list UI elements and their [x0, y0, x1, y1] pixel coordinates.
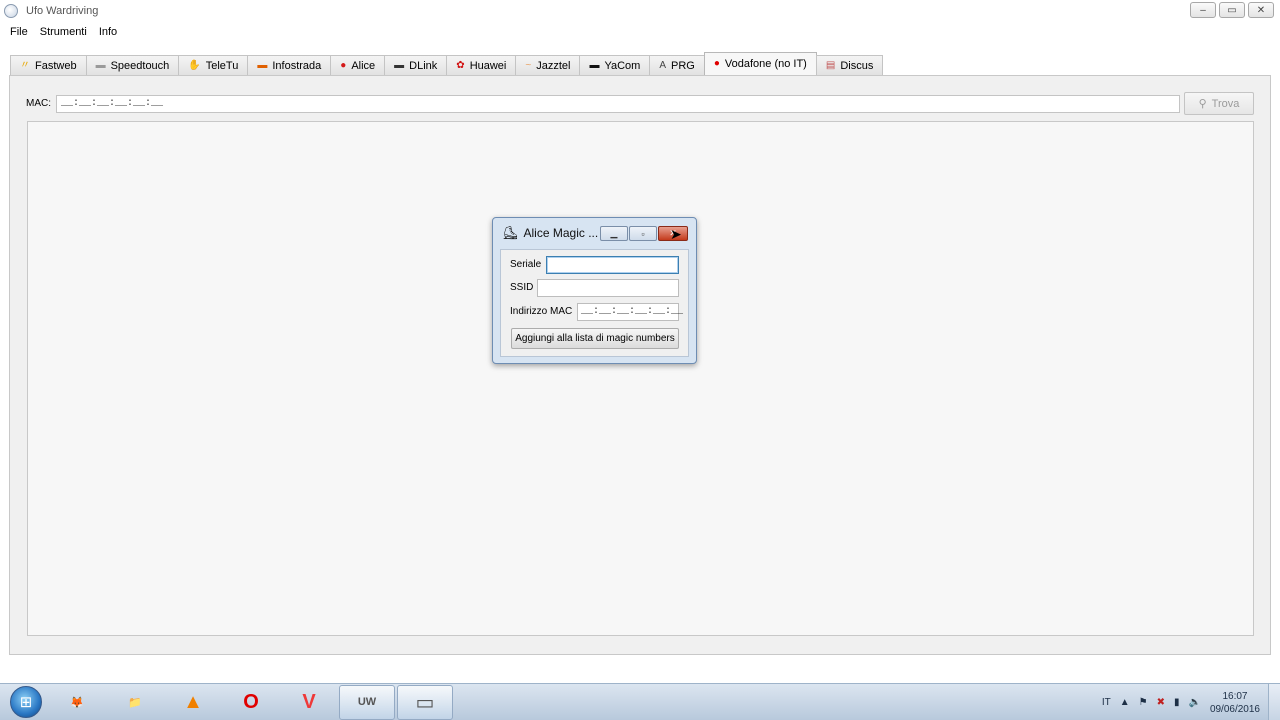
- taskbar-ufo-wardriving-button[interactable]: UW: [339, 684, 395, 720]
- trova-button[interactable]: ⚲ Trova: [1184, 92, 1254, 115]
- language-indicator[interactable]: IT: [1102, 697, 1111, 708]
- prg-icon: A: [659, 59, 667, 71]
- window-controls: – ▭ ✕: [1190, 2, 1274, 18]
- tab-label: Alice: [351, 59, 376, 72]
- seriale-input[interactable]: [546, 256, 679, 274]
- tab-label: DLink: [409, 59, 438, 72]
- speedtouch-icon: ▬: [95, 59, 106, 71]
- dialog-minimize-button[interactable]: ▁: [600, 226, 628, 241]
- wizard-hat-icon: ⛸: [502, 225, 519, 240]
- trova-label: Trova: [1211, 97, 1240, 110]
- taskbar: ⊞ 🦊 📁 ▲ O V UW ▭ IT ▲ ⚑ ✖ ▮ 🔈 16:07 09/06/2016: [0, 683, 1280, 720]
- tab-label: Vodafone (no IT): [724, 58, 807, 70]
- clock-time: 16:07: [1222, 690, 1248, 702]
- window-title: Ufo Wardriving: [26, 5, 99, 17]
- fastweb-icon: 〃: [20, 59, 30, 71]
- ssid-label: SSID: [510, 282, 534, 293]
- tab-label: Speedtouch: [110, 59, 170, 72]
- action-center-flag-icon[interactable]: ⚑: [1139, 697, 1148, 708]
- taskbar-vivaldi-button[interactable]: V: [281, 685, 337, 720]
- firefox-icon: 🦊: [70, 696, 84, 709]
- infostrada-icon: ▬: [257, 59, 268, 71]
- system-tray: IT ▲ ⚑ ✖ ▮ 🔈 16:07 09/06/2016: [1102, 684, 1280, 720]
- taskbar-opera-button[interactable]: O: [223, 685, 279, 720]
- tab-label: Infostrada: [272, 59, 322, 72]
- dialog-maximize-button[interactable]: ▫: [629, 226, 657, 241]
- dialog-body: Seriale SSID Indirizzo MAC __:__:__:__:_…: [500, 249, 689, 357]
- app-icon: [4, 4, 18, 18]
- ssid-input[interactable]: [537, 279, 679, 297]
- tab-label: Fastweb: [35, 59, 77, 72]
- tab-label: YaCom: [604, 59, 641, 72]
- taskbar-apps: 🦊 📁 ▲ O V UW ▭: [47, 684, 453, 720]
- opera-icon: O: [243, 690, 259, 713]
- tab-bar: 〃 Fastweb ▬ Speedtouch ✋ TeleTu ▬ Infostrada ● Al…: [10, 52, 884, 75]
- alice-icon: ●: [340, 59, 347, 71]
- network-alert-icon[interactable]: ✖: [1157, 697, 1165, 708]
- tab-vodafone-no-it[interactable]: ● Vodafone (no IT): [703, 52, 817, 75]
- teletu-icon: ✋: [188, 59, 201, 71]
- mac-address-label: Indirizzo MAC: [510, 306, 573, 317]
- menu-file[interactable]: File: [4, 26, 34, 38]
- menu-info[interactable]: Info: [93, 26, 123, 38]
- tab-label: PRG: [671, 59, 695, 72]
- tab-alice[interactable]: ● Alice: [330, 55, 386, 75]
- mac-label: MAC:: [26, 98, 51, 109]
- tab-speedtouch[interactable]: ▬ Speedtouch: [85, 55, 180, 75]
- huawei-icon: ✿: [456, 59, 465, 71]
- menu-strumenti[interactable]: Strumenti: [34, 26, 93, 38]
- menu-bar: File Strumenti Info: [0, 22, 1280, 42]
- mac-address-input[interactable]: __:__:__:__:__:__: [577, 303, 683, 321]
- vivaldi-icon: V: [302, 690, 316, 713]
- tab-label: TeleTu: [205, 59, 239, 72]
- discus-icon: ▤: [825, 59, 836, 71]
- taskbar-firefox-button[interactable]: 🦊: [49, 685, 105, 720]
- dialog-title: Alice Magic ...: [523, 226, 599, 240]
- search-person-icon: ⚲: [1198, 98, 1207, 110]
- results-area: [27, 121, 1254, 636]
- alice-magic-dialog: ⛸ Alice Magic ... ▁ ▫ ✕ Seriale SSID Ind…: [492, 217, 697, 364]
- windows-logo-icon: ⊞: [10, 686, 42, 718]
- tab-discus[interactable]: ▤ Discus: [815, 55, 884, 75]
- taskbar-explorer-button[interactable]: 📁: [107, 685, 163, 720]
- mac-input[interactable]: __:__:__:__:__:__: [56, 95, 1180, 113]
- tab-infostrada[interactable]: ▬ Infostrada: [247, 55, 332, 75]
- tab-teletu[interactable]: ✋ TeleTu: [178, 55, 249, 75]
- show-hidden-icons-icon[interactable]: ▲: [1120, 697, 1130, 708]
- tab-label: Huawei: [469, 59, 507, 72]
- vodafone-icon: ●: [713, 58, 720, 69]
- seriale-label: Seriale: [510, 259, 542, 270]
- tab-jazztel[interactable]: ~ Jazztel: [515, 55, 581, 75]
- tab-yacom[interactable]: ▬ YaCom: [579, 55, 651, 75]
- show-desktop-button[interactable]: [1268, 684, 1280, 720]
- window-titlebar: Ufo Wardriving – ▭ ✕: [0, 0, 1280, 22]
- tab-huawei[interactable]: ✿ Huawei: [446, 55, 517, 75]
- vlc-icon: ▲: [183, 690, 203, 713]
- mouse-cursor-icon: ➤: [670, 226, 682, 242]
- start-button[interactable]: ⊞: [5, 685, 47, 720]
- yacom-icon: ▬: [589, 59, 600, 71]
- tab-dlink[interactable]: ▬ DLink: [384, 55, 448, 75]
- volume-icon[interactable]: 🔈: [1188, 697, 1200, 708]
- tab-fastweb[interactable]: 〃 Fastweb: [10, 55, 87, 75]
- tab-label: Jazztel: [536, 59, 571, 72]
- taskbar-vlc-button[interactable]: ▲: [165, 685, 221, 720]
- clock-date: 09/06/2016: [1209, 703, 1260, 715]
- tab-prg[interactable]: A PRG: [649, 55, 705, 75]
- jazztel-icon: ~: [525, 59, 532, 71]
- taskbar-window-app-button[interactable]: ▭: [397, 684, 453, 720]
- ufo-wardriving-icon: UW: [357, 696, 377, 708]
- dlink-icon: ▬: [394, 59, 405, 71]
- explorer-icon: 📁: [128, 696, 142, 709]
- add-magic-number-button[interactable]: Aggiungi alla lista di magic numbers: [511, 328, 679, 349]
- clock[interactable]: 16:07 09/06/2016: [1210, 690, 1260, 716]
- close-button[interactable]: ✕: [1248, 2, 1274, 18]
- minimize-button[interactable]: –: [1190, 2, 1216, 18]
- signal-icon[interactable]: ▮: [1174, 697, 1180, 708]
- maximize-button[interactable]: ▭: [1219, 2, 1245, 18]
- dialog-titlebar[interactable]: ⛸ Alice Magic ... ▁ ▫ ✕: [493, 218, 696, 248]
- tab-label: Discus: [840, 59, 874, 72]
- window-app-icon: ▭: [415, 691, 435, 714]
